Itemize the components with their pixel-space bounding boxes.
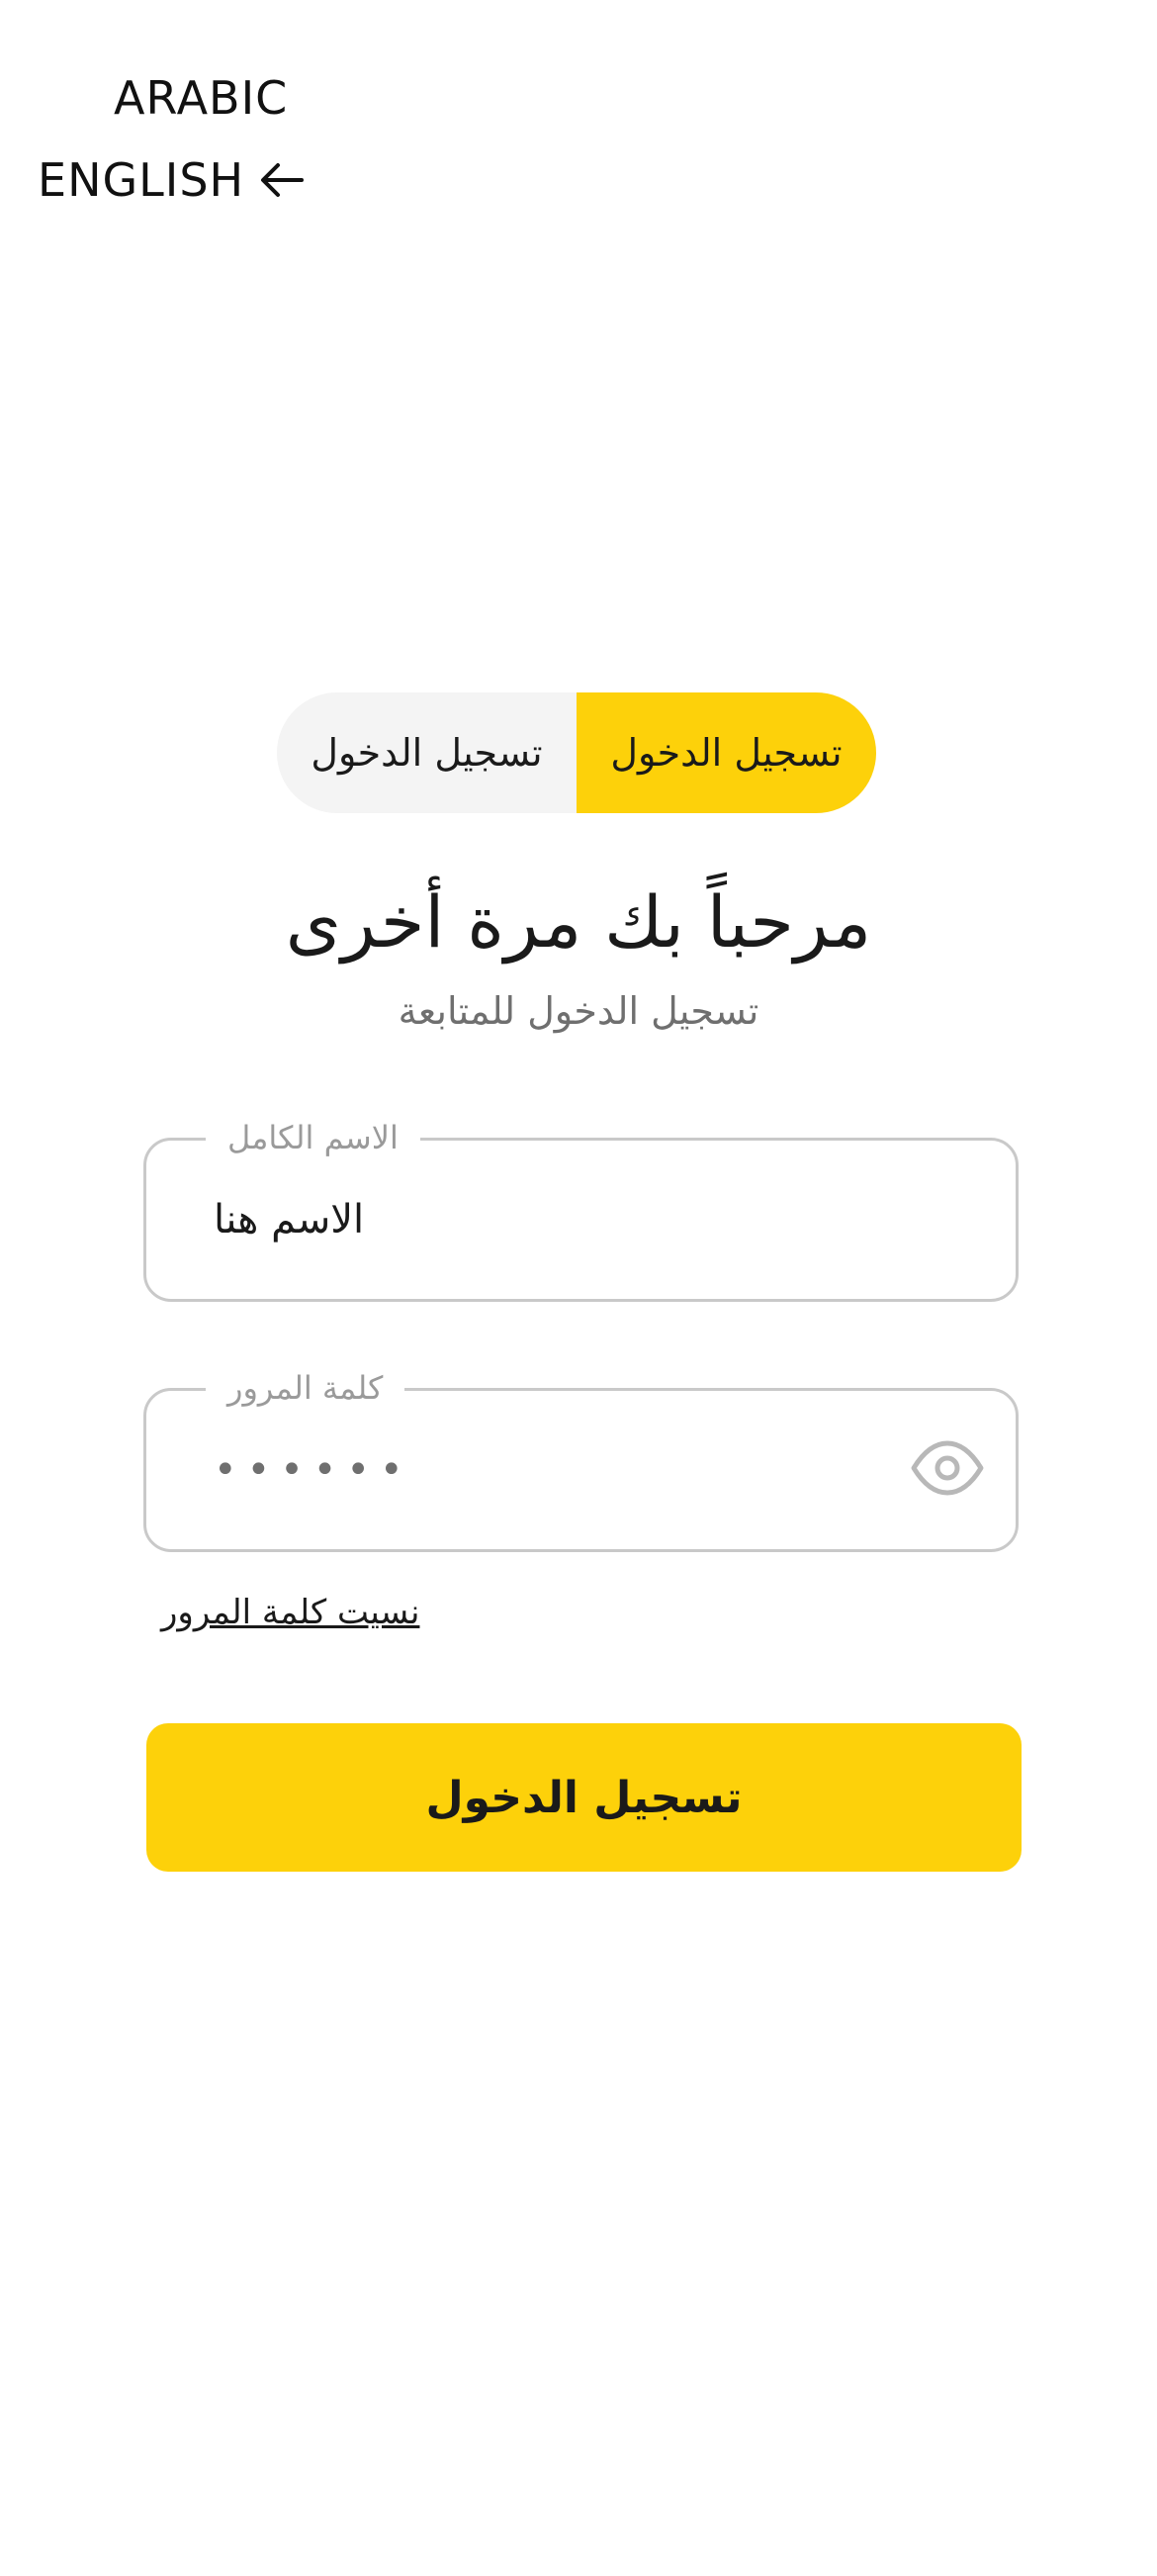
language-english-label: ENGLISH (38, 153, 245, 207)
arrow-left-icon (258, 160, 306, 200)
auth-mode-toggle: تسجيل الدخول تسجيل الدخول (277, 692, 876, 813)
password-input[interactable] (214, 1391, 906, 1549)
eye-icon[interactable] (911, 1440, 984, 1500)
language-option-english[interactable]: ENGLISH (38, 153, 306, 207)
forgot-password-link[interactable]: نسيت كلمة المرور (161, 1593, 419, 1632)
language-option-arabic[interactable]: ARABIC (114, 71, 288, 125)
password-field: كلمة المرور (143, 1363, 1019, 1552)
page-title: مرحباً بك مرة أخرى (285, 880, 872, 964)
username-input[interactable] (214, 1141, 906, 1299)
login-screen: ARABIC ENGLISH تسجيل الدخول تسجيل الدخول… (0, 0, 1157, 2576)
toggle-option-inactive[interactable]: تسجيل الدخول (277, 692, 577, 813)
login-button[interactable]: تسجيل الدخول (146, 1723, 1022, 1872)
page-subtitle: تسجيل الدخول للمتابعة (398, 989, 759, 1033)
username-field: الاسم الكامل (143, 1113, 1019, 1302)
toggle-option-active[interactable]: تسجيل الدخول (577, 692, 876, 813)
